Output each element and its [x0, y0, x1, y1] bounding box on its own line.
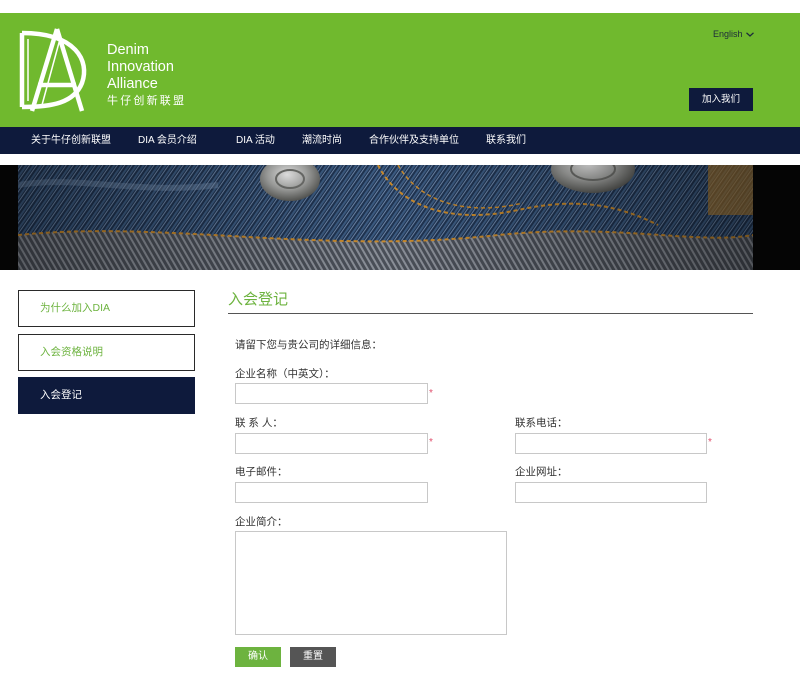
top-strip [0, 0, 800, 13]
brand-name-cn: 牛仔创新联盟 [107, 95, 187, 107]
nav-item-trends[interactable]: 潮流时尚 [302, 127, 342, 154]
required-mark: * [429, 388, 433, 399]
phone-label: 联系电话： [515, 417, 568, 429]
contact-person-input[interactable] [235, 433, 428, 454]
chevron-down-icon [745, 31, 754, 37]
required-mark: * [429, 437, 433, 448]
email-label: 电子邮件： [235, 466, 288, 478]
sidebar-item-why-join[interactable]: 为什么加入DIA [18, 290, 195, 327]
email-input[interactable] [235, 482, 428, 503]
reset-button[interactable]: 重置 [290, 647, 336, 667]
confirm-button[interactable]: 确认 [235, 647, 281, 667]
page-title: 入会登记 [228, 291, 289, 308]
language-label: English [713, 29, 743, 39]
title-divider [228, 313, 753, 314]
company-intro-label: 企业简介： [235, 516, 288, 528]
required-mark: * [708, 437, 712, 448]
nav-item-partners[interactable]: 合作伙伴及支持单位 [369, 127, 459, 154]
form-intro-text: 请留下您与贵公司的详细信息： [235, 339, 382, 351]
brand-name-line3: Alliance [107, 76, 158, 92]
site-header: Denim Innovation Alliance 牛仔创新联盟 English… [0, 13, 800, 127]
website-input[interactable] [515, 482, 707, 503]
contact-person-label: 联 系 人： [235, 417, 283, 429]
hero-banner [0, 165, 800, 270]
denim-banner-image [18, 165, 753, 270]
dia-logo-mark[interactable] [16, 27, 98, 113]
nav-item-members[interactable]: DIA 会员介绍 [138, 127, 197, 154]
main-nav: 关于牛仔创新联盟 DIA 会员介绍 DIA 活动 潮流时尚 合作伙伴及支持单位 … [0, 127, 800, 154]
join-us-button[interactable]: 加入我们 [689, 88, 753, 111]
nav-item-events[interactable]: DIA 活动 [236, 127, 275, 154]
company-intro-textarea[interactable] [235, 531, 507, 635]
sidebar-item-eligibility[interactable]: 入会资格说明 [18, 334, 195, 371]
website-label: 企业网址： [515, 466, 568, 478]
phone-input[interactable] [515, 433, 707, 454]
company-name-label: 企业名称（中英文）： [235, 368, 335, 380]
sidebar-item-registration[interactable]: 入会登记 [18, 377, 195, 414]
brand-name-line1: Denim [107, 42, 149, 58]
nav-item-contact[interactable]: 联系我们 [486, 127, 526, 154]
language-switcher[interactable]: English [713, 29, 754, 39]
brand-name-line2: Innovation [107, 59, 174, 75]
brand-wordmark: Denim Innovation Alliance 牛仔创新联盟 [107, 42, 186, 108]
company-name-input[interactable] [235, 383, 428, 404]
nav-item-about[interactable]: 关于牛仔创新联盟 [31, 127, 111, 154]
